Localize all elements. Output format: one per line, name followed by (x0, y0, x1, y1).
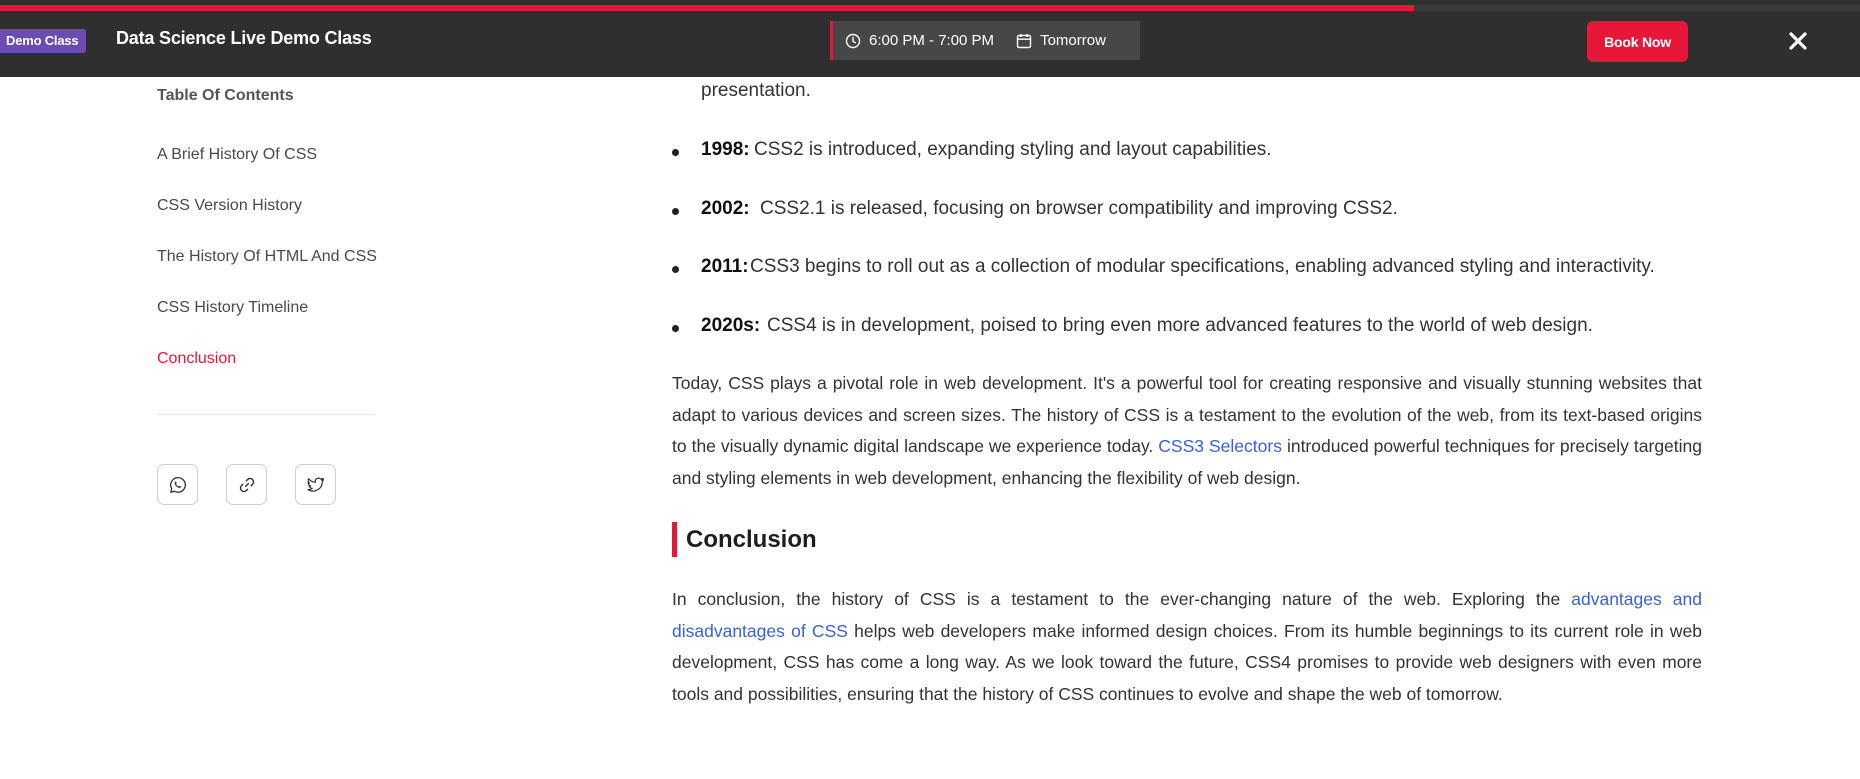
timeline-year: 2011: (701, 256, 749, 277)
demo-class-badge: Demo Class (0, 29, 87, 53)
close-banner-button[interactable] (1783, 26, 1813, 56)
whatsapp-icon (169, 476, 186, 493)
countdown-progress-fill (0, 5, 1414, 11)
toc-item-brief-history[interactable]: A Brief History Of CSS (157, 146, 317, 164)
bullet-dot (672, 266, 679, 273)
today-paragraph: Today, CSS plays a pivotal role in web d… (672, 368, 1702, 494)
bullet-dot (672, 208, 679, 215)
timeline-text: CSS3 begins to roll out as a collection … (750, 256, 1655, 277)
toc-item-timeline[interactable]: CSS History Timeline (157, 299, 308, 317)
timeline-year: 1998: (701, 139, 750, 160)
link-icon (239, 477, 254, 492)
class-time: 6:00 PM - 7:00 PM (869, 32, 995, 49)
book-now-button[interactable]: Book Now (1587, 21, 1688, 62)
timeline-text: CSS2 is introduced, expanding styling an… (754, 139, 1272, 160)
banner-title: Data Science Live Demo Class (116, 28, 372, 48)
conclusion-paragraph: In conclusion, the history of CSS is a t… (672, 584, 1702, 710)
paragraph-text: In conclusion, the history of CSS is a t… (672, 589, 1572, 609)
demo-class-banner: Demo Class Data Science Live Demo Class … (0, 0, 1860, 77)
close-icon (1789, 32, 1807, 50)
timeline-text: CSS2.1 is released, focusing on browser … (760, 198, 1398, 219)
share-twitter-button[interactable] (295, 464, 336, 505)
calendar-icon (1016, 33, 1032, 49)
toc-item-html-and-css[interactable]: The History Of HTML And CSS (157, 248, 377, 266)
clock-icon (845, 33, 861, 49)
toc-item-conclusion[interactable]: Conclusion (157, 350, 236, 368)
bullet-dot (672, 149, 679, 156)
timeline-year: 2002: (701, 198, 750, 219)
timeline-year: 2020s: (701, 315, 761, 336)
toc-item-version-history[interactable]: CSS Version History (157, 197, 302, 215)
countdown-progress-track (0, 5, 1860, 11)
share-whatsapp-button[interactable] (157, 464, 198, 505)
toc-divider (157, 414, 375, 415)
toc-heading: Table Of Contents (157, 87, 294, 104)
continued-text: presentation. (701, 80, 811, 101)
bullet-dot (672, 325, 679, 332)
conclusion-heading: Conclusion (672, 522, 817, 557)
timeline-text: CSS4 is in development, poised to bring … (767, 315, 1593, 336)
css3-selectors-link[interactable]: CSS3 Selectors (1158, 436, 1282, 456)
class-day: Tomorrow (1040, 32, 1106, 49)
copy-link-button[interactable] (226, 464, 267, 505)
twitter-icon (306, 477, 324, 492)
class-schedule: 6:00 PM - 7:00 PM Tomorrow (830, 21, 1140, 60)
